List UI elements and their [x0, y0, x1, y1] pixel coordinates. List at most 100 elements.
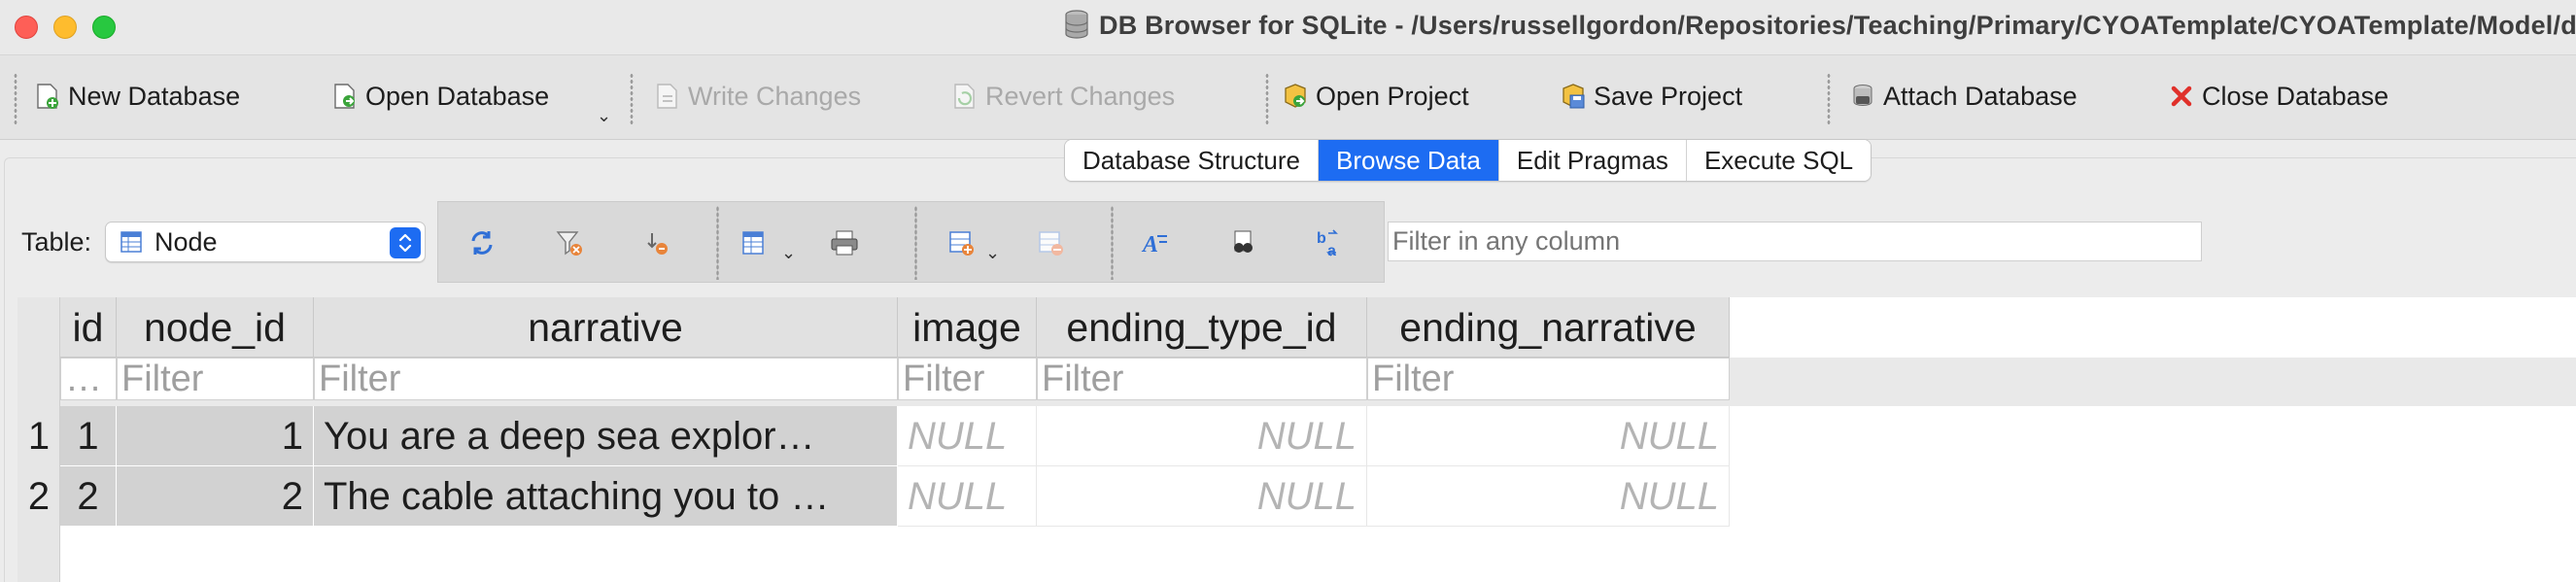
save-results-button[interactable] — [735, 223, 773, 262]
title-bar: DB Browser for SQLite - /Users/russellgo… — [0, 0, 2576, 54]
table-cell-id[interactable]: 2 — [60, 466, 117, 527]
toolbar-grip[interactable] — [914, 206, 917, 280]
column-header-ending-narrative[interactable]: ending_narrative — [1367, 297, 1730, 358]
new-database-label: New Database — [68, 81, 241, 111]
revert-changes-label: Revert Changes — [985, 81, 1176, 111]
row-number[interactable]: 1 — [17, 406, 60, 466]
insert-record-chevron-icon[interactable]: ⌄ — [985, 243, 1000, 263]
toolbar-grip[interactable] — [1827, 73, 1831, 125]
open-project-button[interactable]: Open Project — [1281, 77, 1469, 116]
table-label: Table: — [21, 227, 92, 257]
attach-database-label: Attach Database — [1883, 81, 2078, 111]
filter-id-input[interactable]: … — [60, 358, 117, 400]
window-maximize-button[interactable] — [92, 16, 116, 39]
text-encoding-icon: ba — [1317, 229, 1338, 258]
column-header-image[interactable]: image — [898, 297, 1037, 358]
table-cell-image[interactable]: NULL — [898, 406, 1037, 466]
close-database-button[interactable]: Close Database — [2167, 77, 2388, 116]
table-cell-ending-narrative[interactable]: NULL — [1367, 466, 1730, 527]
save-results-chevron-icon[interactable]: ⌄ — [781, 243, 796, 263]
browse-toolbar: ⌄ ⌄ A ba — [437, 201, 1385, 283]
insert-record-button[interactable] — [942, 223, 980, 262]
column-header-narrative[interactable]: narrative — [314, 297, 898, 358]
write-changes-icon — [653, 82, 682, 111]
window-title: DB Browser for SQLite - /Users/russellgo… — [1064, 10, 2576, 41]
table-cell-id[interactable]: 1 — [60, 406, 117, 466]
set-encoding-button[interactable]: ba — [1311, 223, 1350, 262]
open-project-label: Open Project — [1316, 81, 1469, 111]
find-text-icon: A — [1141, 232, 1167, 257]
main-toolbar: New Database Open Database ⌄ Write Chang… — [0, 54, 2576, 140]
save-project-button[interactable]: Save Project — [1559, 77, 1742, 116]
table-cell-ending-type-id[interactable]: NULL — [1037, 466, 1367, 527]
close-database-label: Close Database — [2202, 81, 2389, 111]
clear-filters-button[interactable] — [550, 223, 589, 262]
printer-icon — [831, 230, 858, 256]
binoculars-icon — [1234, 230, 1253, 253]
database-icon — [1065, 10, 1088, 39]
clear-filter-icon — [556, 231, 582, 256]
toolbar-grip[interactable] — [630, 73, 634, 125]
table-select[interactable]: Node — [105, 222, 426, 262]
clear-sort-button[interactable] — [637, 223, 676, 262]
delete-record-button[interactable] — [1031, 223, 1070, 262]
table-cell-image[interactable]: NULL — [898, 466, 1037, 527]
find-replace-button[interactable] — [1223, 223, 1262, 262]
svg-text:A: A — [1141, 232, 1158, 257]
column-header-id[interactable]: id — [60, 297, 117, 358]
new-database-button[interactable]: New Database — [33, 77, 240, 116]
open-database-button[interactable]: Open Database — [330, 77, 549, 116]
table-cell-narrative[interactable]: You are a deep sea explor… — [314, 406, 898, 466]
table-cell-ending-type-id[interactable]: NULL — [1037, 406, 1367, 466]
save-project-label: Save Project — [1594, 81, 1743, 111]
table-cell-narrative[interactable]: The cable attaching you to … — [314, 466, 898, 527]
toolbar-grip[interactable] — [1111, 206, 1114, 280]
column-header-ending-type-id[interactable]: ending_type_id — [1037, 297, 1367, 358]
tab-database-structure[interactable]: Database Structure — [1065, 140, 1320, 181]
toolbar-grip[interactable] — [716, 206, 719, 280]
filter-narrative-input[interactable]: Filter — [314, 358, 898, 400]
insert-record-icon — [949, 231, 974, 256]
filter-node-id-input[interactable]: Filter — [117, 358, 314, 400]
attach-database-button[interactable]: Attach Database — [1848, 77, 2078, 116]
table-cell-node-id[interactable]: 1 — [117, 406, 314, 466]
new-database-icon — [33, 82, 62, 111]
main-tab-bar: Database Structure Browse Data Edit Prag… — [1064, 139, 1872, 182]
toolbar-grip[interactable] — [1265, 73, 1269, 125]
table-icon — [120, 231, 142, 253]
filter-any-column-input[interactable] — [1388, 222, 2202, 261]
tab-execute-sql[interactable]: Execute SQL — [1686, 140, 1872, 181]
filter-ending-narrative-input[interactable]: Filter — [1367, 358, 1730, 400]
print-button[interactable] — [825, 223, 864, 262]
window-title-text: DB Browser for SQLite - /Users/russellgo… — [1099, 11, 2576, 40]
data-grid: id node_id narrative image ending_type_i… — [17, 297, 2576, 582]
revert-changes-icon — [950, 82, 979, 111]
delete-record-icon — [1039, 231, 1063, 256]
filter-image-input[interactable]: Filter — [898, 358, 1037, 400]
write-changes-label: Write Changes — [688, 81, 862, 111]
svg-text:a: a — [1327, 243, 1336, 258]
open-database-icon — [330, 82, 360, 111]
open-project-icon — [1281, 82, 1310, 111]
refresh-button[interactable] — [463, 223, 501, 262]
revert-changes-button[interactable]: Revert Changes — [950, 77, 1175, 116]
save-results-icon — [742, 231, 764, 255]
window-minimize-button[interactable] — [53, 16, 77, 39]
table-cell-node-id[interactable]: 2 — [117, 466, 314, 527]
find-button[interactable]: A — [1136, 223, 1175, 262]
toolbar-grip[interactable] — [14, 73, 17, 125]
table-cell-ending-narrative[interactable]: NULL — [1367, 406, 1730, 466]
open-database-label: Open Database — [365, 81, 550, 111]
column-header-node-id[interactable]: node_id — [117, 297, 314, 358]
refresh-icon — [471, 231, 493, 255]
tab-browse-data[interactable]: Browse Data — [1319, 140, 1499, 181]
close-x-icon — [2167, 82, 2196, 111]
table-select-value: Node — [155, 226, 218, 257]
open-database-menu-chevron-icon[interactable]: ⌄ — [597, 106, 611, 126]
filter-ending-type-id-input[interactable]: Filter — [1037, 358, 1367, 400]
write-changes-button[interactable]: Write Changes — [653, 77, 861, 116]
attach-database-icon — [1848, 82, 1877, 111]
window-close-button[interactable] — [15, 16, 38, 39]
row-number[interactable]: 2 — [17, 466, 60, 527]
tab-edit-pragmas[interactable]: Edit Pragmas — [1498, 140, 1687, 181]
